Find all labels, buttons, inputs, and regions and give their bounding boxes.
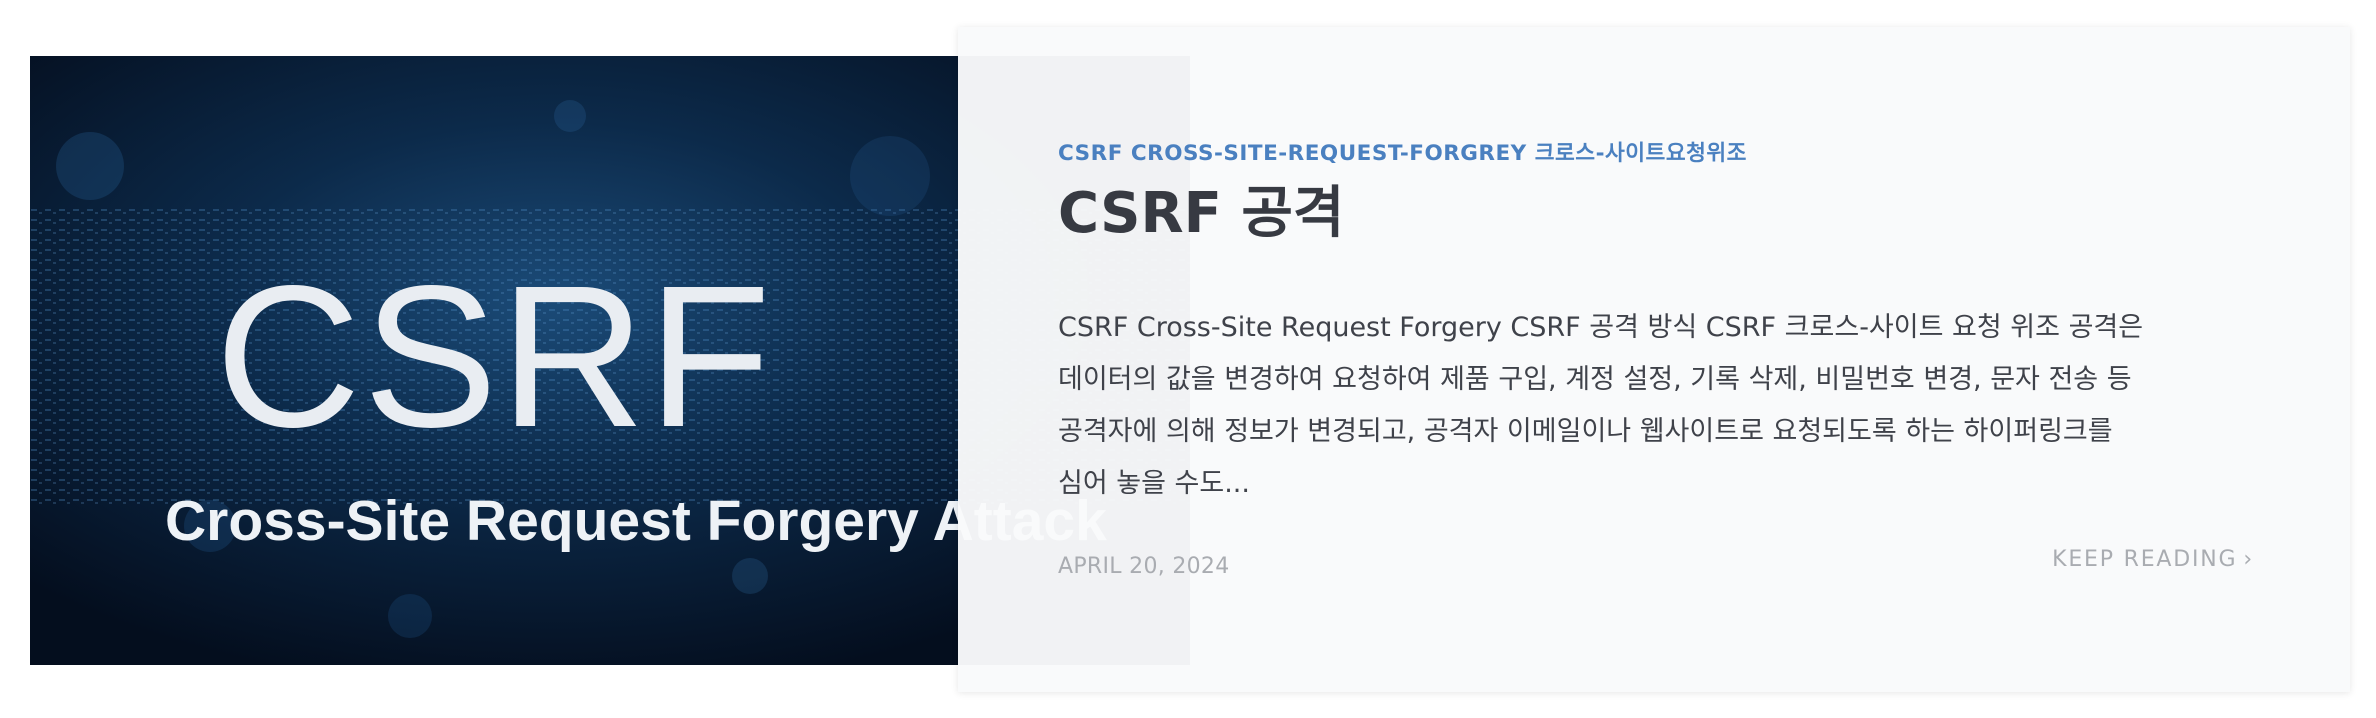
keep-reading-label: KEEP READING [2052, 547, 2238, 572]
keep-reading-link[interactable]: KEEP READING › [2052, 545, 2254, 575]
excerpt-line: CSRF Cross-Site Request Forgery CSRF 공격 … [1058, 312, 2144, 343]
chevron-right-icon: › [2243, 547, 2254, 572]
post-card: CSRF CROSS-SITE-REQUEST-FORGREY 크로스-사이트요… [958, 27, 2350, 692]
excerpt-line: 공격자에 의해 정보가 변경되고, 공격자 이메일이나 웹사이트로 요청되도록 … [1058, 416, 2113, 447]
excerpt-line: 심어 놓을 수도... [1058, 468, 1250, 499]
post-date: APRIL 20, 2024 [1058, 554, 1230, 579]
excerpt-line: 데이터의 값을 변경하여 요청하여 제품 구입, 계정 설정, 기록 삭제, 비… [1058, 364, 2132, 395]
post-title-link[interactable]: CSRF 공격 [1058, 177, 1344, 251]
post-category-link[interactable]: CSRF CROSS-SITE-REQUEST-FORGREY 크로스-사이트요… [1058, 140, 1747, 168]
post-excerpt: CSRF Cross-Site Request Forgery CSRF 공격 … [1058, 302, 2258, 510]
hero-title-text: CSRF [215, 243, 773, 469]
